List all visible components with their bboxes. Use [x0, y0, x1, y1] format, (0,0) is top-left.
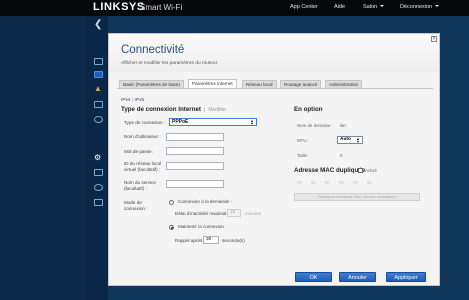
connection-type-title: Type de connexion Internet | Modifier — [121, 106, 226, 113]
tab-administration[interactable]: Administration — [325, 80, 363, 88]
tab-advanced-routing[interactable]: Routage avancé — [280, 80, 322, 88]
close-icon[interactable]: × — [431, 36, 437, 42]
mtu-select[interactable]: Auto ▲ ▼ — [337, 136, 363, 144]
username-label: Nom d'utilisateur : — [124, 134, 161, 139]
brand-logo: LINKSYS — [93, 1, 145, 13]
keep-alive-radio[interactable] — [169, 225, 174, 230]
mtu-value: Auto — [340, 137, 351, 142]
username-input[interactable] — [166, 133, 224, 141]
idle-time-label: Délai d'inactivité maximal : — [175, 211, 229, 216]
mac-part-3: 00 — [325, 180, 330, 185]
top-bar: LINKSYS Smart Wi-Fi App Center Aide Salo… — [0, 0, 469, 16]
heading-separator: | — [204, 107, 206, 113]
select-arrows-icon: ▲ ▼ — [250, 118, 254, 126]
service-id-input[interactable] — [166, 162, 224, 170]
mac-part-4: 00 — [339, 180, 344, 185]
on-demand-radio[interactable] — [169, 200, 174, 205]
select-arrows-icon: ▲ ▼ — [356, 136, 360, 144]
ip-tab-separator: | — [131, 98, 134, 103]
redial-label: Rappel après : — [175, 238, 205, 243]
password-input[interactable] — [166, 147, 224, 155]
dialog-title: Connectivité — [121, 44, 185, 56]
tab-local-network[interactable]: Réseau local — [242, 80, 277, 88]
mac-part-6: 00 — [367, 180, 372, 185]
cancel-button[interactable]: Annuler — [339, 272, 376, 282]
dialog-subtitle: Afficher et modifier les paramètres du r… — [121, 61, 218, 66]
on-demand-label: Connexion à la demande : — [178, 199, 232, 204]
tab-basic[interactable]: Basic (Paramètres de base) — [119, 80, 184, 88]
redial-input[interactable]: 30 — [203, 236, 219, 244]
shield-icon[interactable] — [94, 199, 103, 206]
mac-part-2: 00 — [311, 180, 316, 185]
idle-time-unit: minutes — [245, 211, 262, 216]
mac-part-5: 00 — [353, 180, 358, 185]
clock-icon[interactable] — [94, 116, 103, 123]
nav-lounge-label: Salon — [363, 4, 378, 10]
nav-logout-label: Déconnexion — [400, 4, 433, 10]
connection-type-label: Type de connexion : — [124, 120, 166, 125]
mac-colon: : — [306, 180, 308, 185]
tab-divider — [117, 88, 433, 89]
nav-help[interactable]: Aide — [334, 4, 345, 10]
tab-internet-settings[interactable]: Paramètres Internet — [188, 79, 237, 88]
mac-colon: : — [320, 180, 322, 185]
camera-icon[interactable] — [94, 169, 103, 176]
connection-type-heading: Type de connexion Internet — [121, 106, 201, 113]
optional-title: En option — [294, 106, 323, 113]
service-name-input[interactable] — [166, 180, 224, 188]
tab-ipv6[interactable]: IPv6 — [135, 98, 145, 103]
mac-colon: : — [334, 180, 336, 185]
chevron-down-icon — [380, 5, 385, 7]
speed-icon[interactable] — [94, 184, 103, 191]
router-icon[interactable] — [94, 58, 103, 65]
ip-version-tabs: IPv4 | IPv6 — [121, 98, 144, 103]
nav-logout[interactable]: Déconnexion — [400, 4, 440, 10]
edit-link[interactable]: Modifier — [208, 107, 226, 113]
connectivity-dialog: Connectivité Afficher et modifier les pa… — [108, 33, 440, 286]
mac-colon: : — [362, 180, 364, 185]
nav-app-center[interactable]: App Center — [290, 4, 318, 10]
chevron-down-icon — [435, 5, 440, 7]
devices-icon[interactable] — [94, 71, 103, 78]
mac-colon: : — [348, 180, 350, 185]
nav-lounge[interactable]: Salon — [363, 4, 385, 10]
mtu-size-value: 0 — [340, 153, 343, 158]
apply-button[interactable]: Appliquer — [386, 272, 426, 282]
mac-clone-checkbox[interactable] — [358, 168, 363, 173]
connection-type-value: PPPoE — [172, 119, 189, 125]
mtu-size-label: Taille : — [297, 153, 310, 158]
domain-name-value: lan — [340, 123, 346, 128]
connection-mode-label: Mode de connexion : — [124, 200, 148, 211]
keep-alive-label: Maintenir la connexion — [178, 224, 224, 229]
connection-type-select[interactable]: PPPoE ▲ ▼ — [169, 118, 257, 126]
mac-clone-title: Adresse MAC dupliquée — [294, 167, 366, 174]
idle-time-input[interactable]: 15 — [227, 209, 241, 217]
service-id-label: ID du réseau local virtuel (facultatif) … — [124, 161, 162, 172]
network-icon[interactable] — [94, 101, 103, 108]
password-label: Mot de passe : — [124, 149, 155, 154]
ok-button[interactable]: OK — [295, 272, 332, 282]
brand-subtitle: Smart Wi-Fi — [140, 3, 183, 12]
warning-icon[interactable]: ▲ — [94, 85, 103, 93]
back-chevron-icon[interactable]: ❮ — [94, 19, 102, 30]
mac-part-1: 00 — [297, 180, 302, 185]
redial-unit: seconde(s) — [222, 238, 245, 243]
mtu-label: MTU : — [297, 138, 309, 143]
domain-name-label: Nom de domaine : — [297, 123, 333, 128]
dialog-header: Connectivité Afficher et modifier les pa… — [109, 34, 439, 72]
service-name-label: Nom du service (facultatif) : — [124, 180, 156, 191]
mac-clone-active-label: Activé — [365, 168, 377, 173]
gear-icon[interactable]: ⚙ — [94, 154, 103, 162]
clone-mac-button[interactable]: Dupliquer l'adresse MAC de mon ordinateu… — [294, 193, 420, 201]
tab-ipv4[interactable]: IPv4 — [121, 98, 131, 103]
